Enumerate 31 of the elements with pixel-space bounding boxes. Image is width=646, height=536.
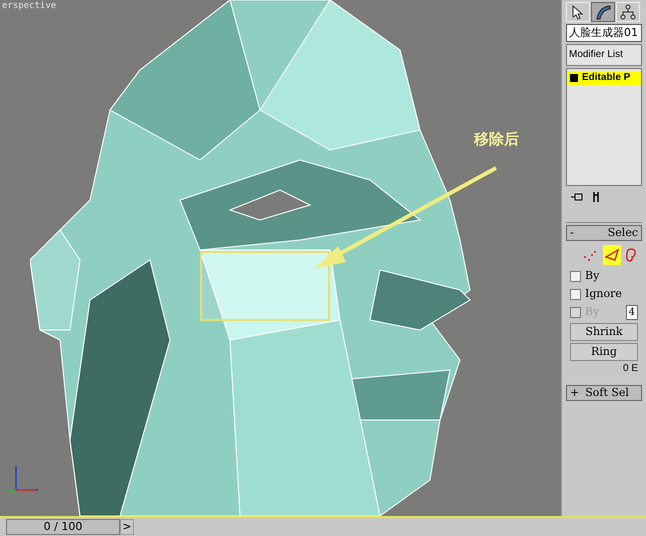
rollout-header[interactable]: + Soft Sel bbox=[566, 385, 642, 401]
modifier-list-dropdown[interactable]: Modifier List bbox=[566, 44, 642, 66]
viewport-label: erspective bbox=[2, 0, 56, 13]
stack-item[interactable]: Editable P bbox=[567, 71, 641, 85]
expand-sign: + bbox=[570, 386, 580, 400]
rollout-header[interactable]: - Selec bbox=[566, 225, 642, 241]
rollout-title: Soft Sel bbox=[585, 386, 629, 400]
triangle-icon bbox=[604, 248, 620, 262]
checkbox[interactable] bbox=[570, 270, 581, 282]
object-name-field[interactable]: 人脸生成器01 bbox=[566, 24, 642, 42]
selection-button[interactable]: Ring bbox=[570, 343, 638, 361]
time-slider-thumb[interactable]: 0 / 100 bbox=[6, 519, 120, 535]
checkbox[interactable] bbox=[570, 288, 581, 300]
collapse-sign: - bbox=[570, 226, 574, 240]
time-slider-track[interactable]: 0 / 100 > bbox=[6, 519, 526, 535]
pin-icon[interactable] bbox=[570, 192, 584, 202]
ear-outline-icon bbox=[625, 248, 637, 262]
hierarchy-icon bbox=[620, 4, 636, 20]
checkbox-label: By bbox=[585, 268, 600, 284]
annotation-label: 移除后 bbox=[474, 129, 519, 150]
selection-status: 0 E bbox=[622, 362, 638, 376]
rollout-title: Selec bbox=[608, 226, 638, 240]
next-frame-button[interactable]: > bbox=[120, 519, 134, 535]
cursor-icon bbox=[570, 4, 586, 20]
checkbox-label: Ignore bbox=[585, 286, 622, 302]
vertex-dots-icon bbox=[583, 248, 599, 262]
viewport[interactable]: erspective 移除后 bbox=[0, 0, 561, 516]
command-tab[interactable] bbox=[591, 2, 615, 22]
arc-icon bbox=[595, 4, 611, 20]
selection-button[interactable]: Shrink bbox=[570, 323, 638, 341]
subobject-button[interactable] bbox=[603, 245, 621, 265]
